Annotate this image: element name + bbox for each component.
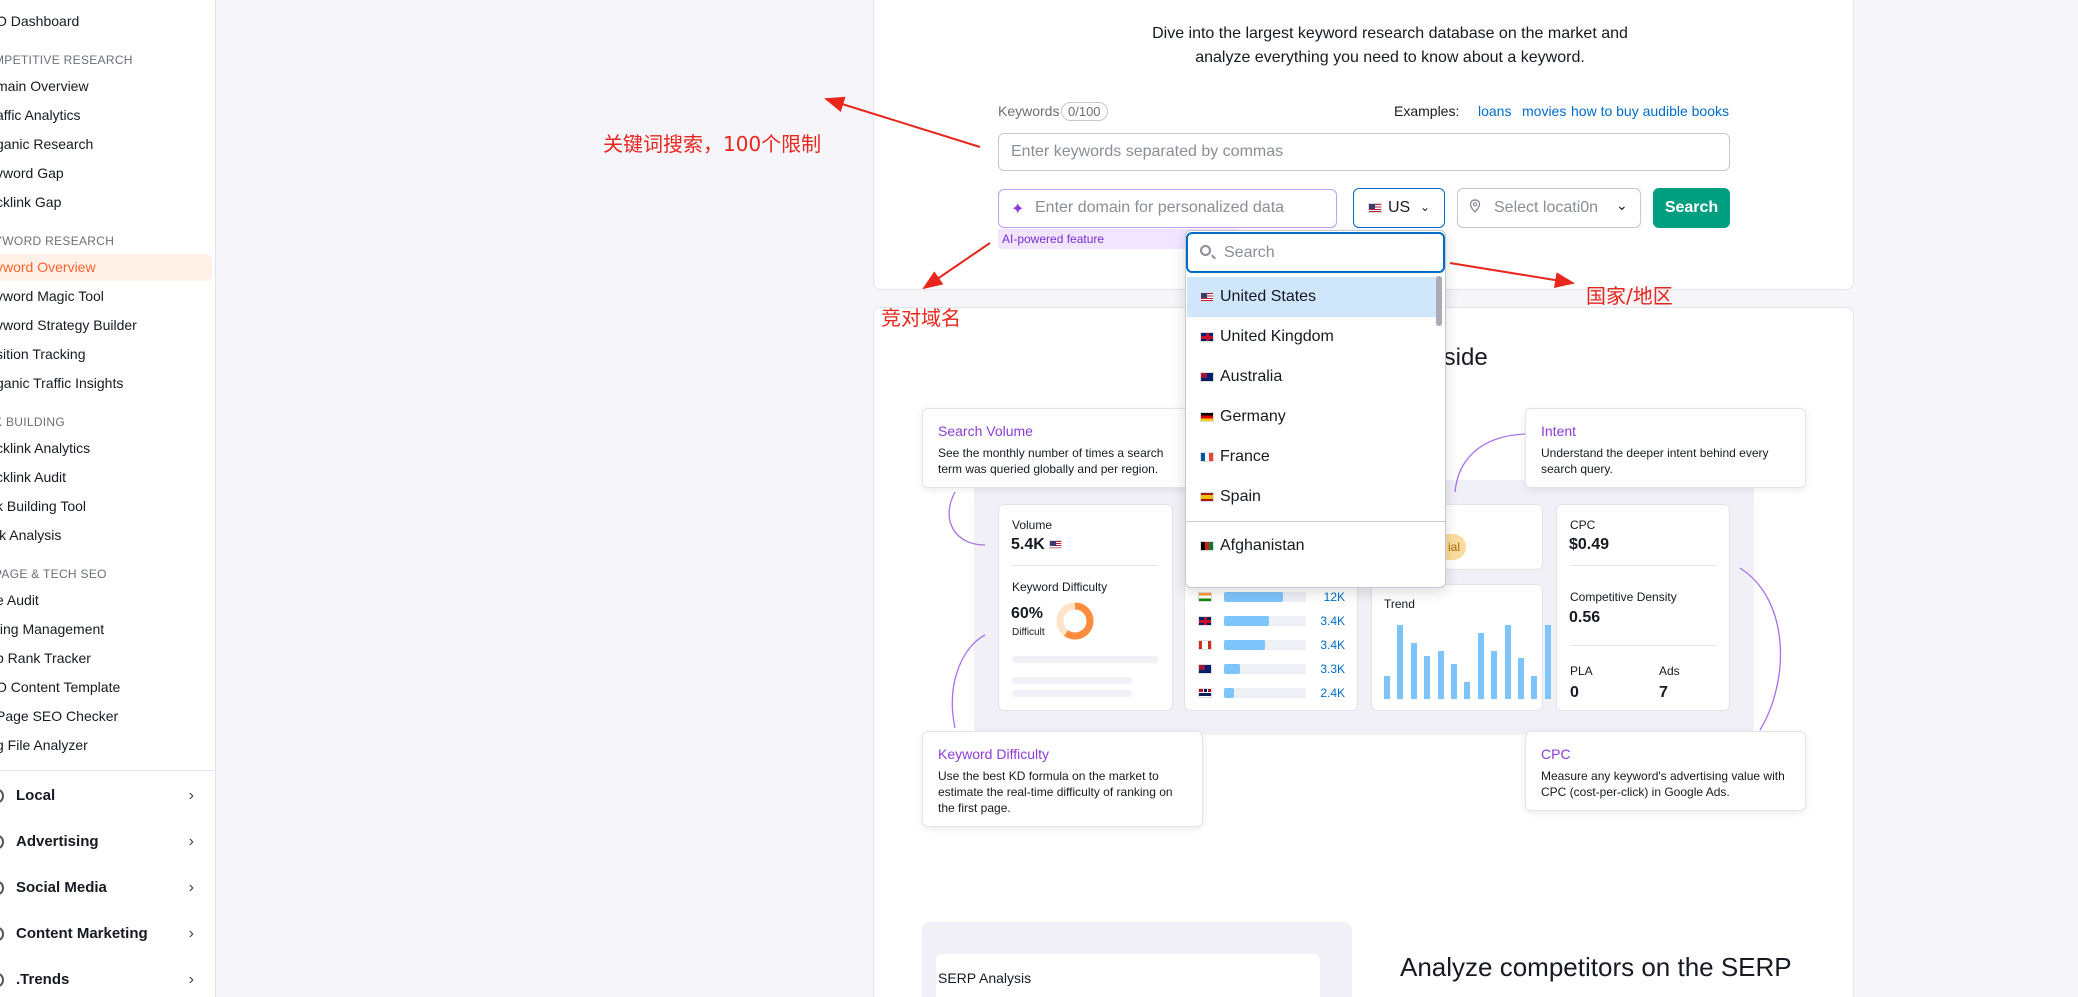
dropdown-divider bbox=[1187, 521, 1445, 522]
fr-flag-icon bbox=[1200, 451, 1214, 462]
country-option-spain[interactable]: Spain bbox=[1187, 477, 1437, 517]
annotation-country-region: 国家/地区 bbox=[1586, 284, 1673, 308]
connector-curves bbox=[948, 433, 1782, 731]
serp-section-title: Analyze competitors on the SERP bbox=[1400, 952, 1792, 982]
country-option-afghanistan[interactable]: Afghanistan bbox=[1187, 526, 1437, 566]
country-option-australia[interactable]: Australia bbox=[1187, 357, 1437, 397]
uk-flag-icon bbox=[1200, 331, 1214, 342]
annotation-competitor-domain: 竞对域名 bbox=[881, 306, 961, 330]
country-option-united-states[interactable]: United States bbox=[1187, 277, 1437, 317]
au-flag-icon bbox=[1200, 371, 1214, 382]
annotation-keyword-search: 关键词搜索，100个限制 bbox=[603, 132, 822, 156]
de-flag-icon bbox=[1200, 411, 1214, 422]
country-option-united-kingdom[interactable]: United Kingdom bbox=[1187, 317, 1437, 357]
country-search-input[interactable]: Search bbox=[1186, 232, 1445, 273]
us-flag-icon bbox=[1200, 291, 1214, 302]
dropdown-scrollbar[interactable] bbox=[1436, 276, 1442, 326]
country-option-germany[interactable]: Germany bbox=[1187, 397, 1437, 437]
search-icon bbox=[1200, 245, 1211, 256]
serp-card-label: SERP Analysis bbox=[938, 970, 1032, 986]
country-option-france[interactable]: France bbox=[1187, 437, 1437, 477]
af-flag-icon bbox=[1200, 540, 1214, 551]
es-flag-icon bbox=[1200, 491, 1214, 502]
